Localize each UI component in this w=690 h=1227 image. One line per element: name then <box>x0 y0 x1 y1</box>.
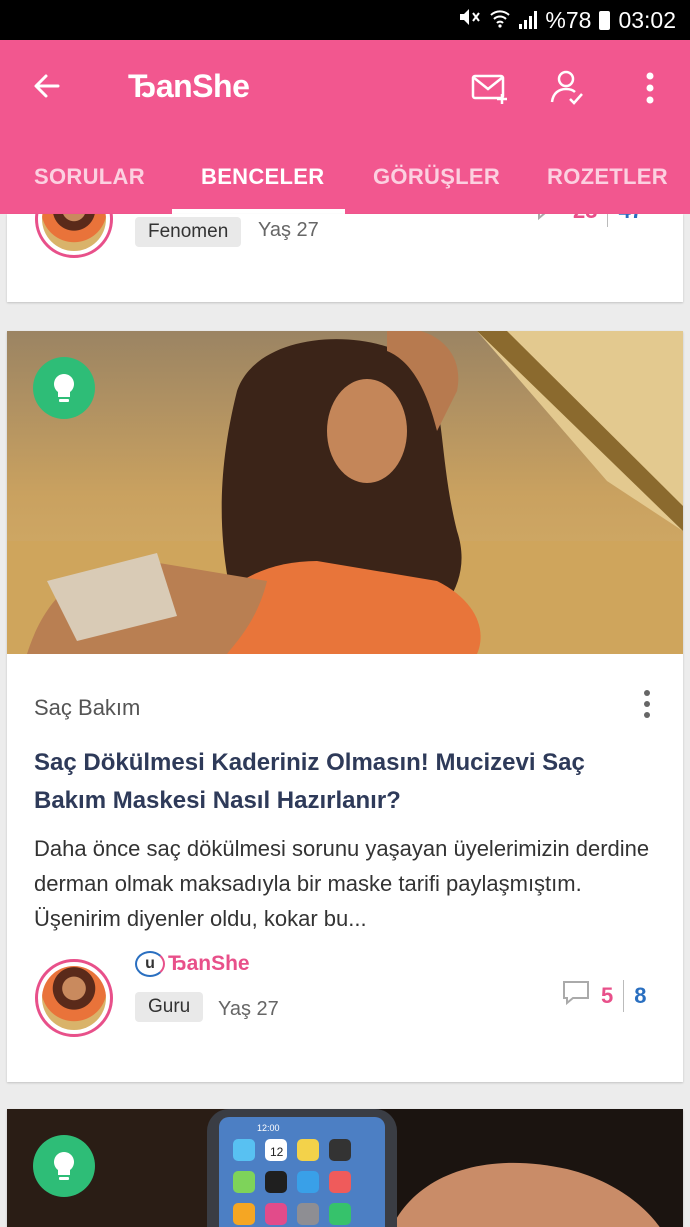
tab-rozetler[interactable]: ROZETLER <box>547 164 668 190</box>
lightbulb-icon <box>33 1135 95 1197</box>
post-stats: 5 8 <box>561 979 647 1012</box>
post-card[interactable]: Saç Bakım Saç Dökülmesi Kaderiniz Olması… <box>7 331 683 1082</box>
lightbulb-icon <box>33 357 95 419</box>
battery-percent: %78 <box>545 6 592 33</box>
app-bar: ЂanShe SORULAR BENCELER GÖRÜŞLER ROZETLE… <box>0 40 690 214</box>
user-age: Yaş 27 <box>258 219 319 241</box>
back-arrow-icon[interactable] <box>28 66 68 106</box>
post-category[interactable]: Saç Bakım <box>34 695 140 721</box>
user-rank-badge: Guru <box>135 992 204 1022</box>
battery-icon <box>599 10 611 30</box>
post-stats: 23 47 <box>533 214 643 227</box>
user-check-icon[interactable] <box>546 66 590 110</box>
author-brand: u ЂanShe <box>135 951 250 977</box>
comment-icon <box>533 214 563 227</box>
status-bar: %78 03:02 <box>0 0 690 40</box>
kebab-menu-icon[interactable] <box>628 66 672 110</box>
post-cover-image[interactable] <box>7 331 683 654</box>
phone-date-tile: 12 <box>270 1145 284 1159</box>
clock: 03:02 <box>618 6 676 33</box>
signal-icon <box>519 11 538 29</box>
wifi-icon <box>489 7 511 34</box>
tab-benceler[interactable]: BENCELER <box>201 164 324 190</box>
brand-title: ЂanShe <box>128 68 250 104</box>
tab-bar: SORULAR BENCELER GÖRÜŞLER ROZETLER <box>0 150 690 214</box>
avatar[interactable] <box>35 959 113 1037</box>
comment-count: 23 <box>573 214 597 224</box>
tab-sorular[interactable]: SORULAR <box>34 164 145 190</box>
user-age: Yaş 27 <box>218 998 279 1020</box>
post-card[interactable]: Fenomen Yaş 27 23 47 <box>7 214 683 302</box>
card-kebab-menu-icon[interactable] <box>639 689 655 719</box>
phone-time: 12:00 <box>257 1123 280 1133</box>
post-cover-image[interactable]: 12:00 12 <box>7 1109 683 1227</box>
brand-logo-icon: u <box>135 951 165 977</box>
like-count: 8 <box>634 982 647 1008</box>
stats-divider <box>623 979 625 1012</box>
comment-count: 5 <box>601 982 614 1008</box>
mute-icon <box>457 6 481 34</box>
stats-divider <box>607 214 609 227</box>
like-count: 47 <box>618 214 642 224</box>
tab-gorusler[interactable]: GÖRÜŞLER <box>373 164 500 190</box>
author-brand-name: ЂanShe <box>168 952 250 975</box>
post-card[interactable]: 12:00 12 <box>7 1109 683 1227</box>
post-excerpt: Daha önce saç dökülmesi sorunu yaşayan ü… <box>34 836 650 931</box>
comment-icon <box>561 979 591 1012</box>
avatar[interactable] <box>35 214 113 258</box>
mail-plus-icon[interactable] <box>468 66 512 110</box>
post-title[interactable]: Saç Dökülmesi Kaderiniz Olmasın! Mucizev… <box>34 744 654 820</box>
user-rank-badge: Fenomen <box>135 217 242 247</box>
